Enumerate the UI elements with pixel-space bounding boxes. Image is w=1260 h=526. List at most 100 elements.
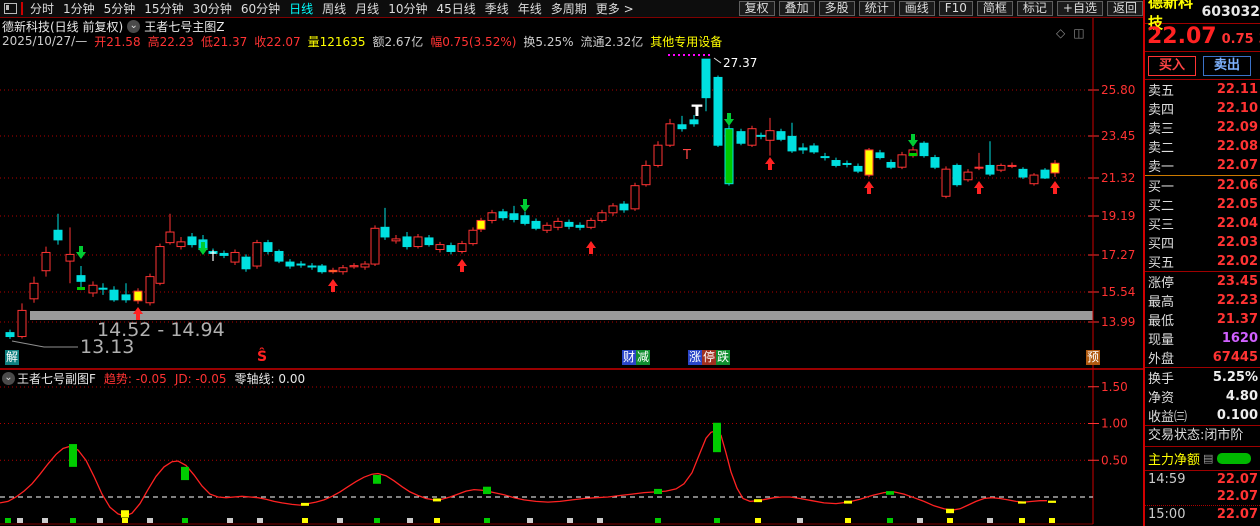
bid-row[interactable]: 买五 22.02 [1145,252,1260,271]
period-tab-10分钟[interactable]: 10分钟 [388,2,427,16]
toolbar-button-返回[interactable]: 返回 [1106,1,1143,16]
bid-row[interactable]: 买一 22.06 [1145,176,1260,195]
toolbar-button-叠加[interactable]: 叠加 [778,1,815,16]
strip-tick [714,518,720,523]
candle [88,284,98,294]
signal-bar [946,508,954,514]
candle [307,265,317,268]
period-tab-5分钟[interactable]: 5分钟 [104,2,136,16]
bid-row[interactable]: 买四 22.03 [1145,233,1260,252]
strip-tick [227,518,233,523]
strip-tick [337,518,343,523]
toolbar-button-多股[interactable]: 多股 [818,1,855,16]
toolbar-button-画线[interactable]: 画线 [898,1,935,16]
sell-signal-arrow [76,246,86,259]
candle [252,242,262,267]
split-panel-icon[interactable]: ◫ [1073,26,1092,40]
ask-row-value: 22.08 [1216,139,1258,154]
toolbar-button-复权[interactable]: 复权 [738,1,775,16]
candle [756,134,766,137]
event-badge-跌[interactable]: 跌 [716,350,731,365]
sub-indicator-name[interactable]: 王者七号副图F [17,370,96,387]
period-tab-分时[interactable]: 分时 [30,2,54,16]
main-chart-header: 德新科技(日线 前复权) ⌄ 王者七号主图Z [2,19,224,34]
period-tab-日线[interactable]: 日线 [289,2,313,16]
bid-row[interactable]: 买二 22.05 [1145,195,1260,214]
stat-row-value: 67445 [1212,350,1258,365]
ask-row[interactable]: 卖二 22.08 [1145,137,1260,156]
trend-value: 趋势: -0.05 [103,372,167,386]
period-tab-1分钟[interactable]: 1分钟 [63,2,95,16]
strip-tick [527,518,533,523]
ask-row[interactable]: 卖三 22.09 [1145,118,1260,137]
candle [653,144,663,166]
signal-bar [754,499,762,503]
stat-row-value: 21.37 [1216,312,1258,327]
candle [619,203,629,211]
event-badge-停[interactable]: 停 [702,350,717,365]
bid-row[interactable]: 买三 22.04 [1145,214,1260,233]
sell-button[interactable]: 卖出 [1203,55,1251,76]
event-badge-Ŝ[interactable]: Ŝ [256,350,268,365]
candle [338,267,348,273]
sub-chart-header: ⌄ 王者七号副图F 趋势: -0.05 JD: -0.05 零轴线: 0.00 [2,371,313,386]
red-T-mark: T [682,148,691,163]
event-badge-财[interactable]: 财 [622,350,637,365]
diamond-icon[interactable]: ◇ [1056,26,1073,40]
buy-signal-arrow [1050,181,1060,194]
candle [285,261,295,267]
period-tab-45日线[interactable]: 45日线 [436,2,475,16]
event-badge-涨[interactable]: 涨 [688,350,703,365]
period-tab-60分钟[interactable]: 60分钟 [241,2,280,16]
strip-tick [484,518,490,523]
candle [5,332,15,338]
buy-signal-arrow [765,157,775,170]
event-badge-预[interactable]: 预 [1086,350,1101,365]
tick-time: 15:00 [1148,507,1186,522]
tick-row: 15:00 22.07 [1145,506,1260,523]
toolbar-button-F10[interactable]: F10 [938,1,973,16]
stat-row-label: 净资 [1148,391,1175,406]
bid-row-label: 买四 [1148,237,1175,252]
candle [996,164,1006,171]
price-axis-label: 21.32 [1101,171,1135,185]
ask-row[interactable]: 卖五 22.11 [1145,80,1260,99]
price-row: 22.07 0.75 3.5 [1145,24,1260,51]
ask-row[interactable]: 卖一 22.07 [1145,156,1260,175]
info-segment: 量121635 [307,34,366,49]
period-tab-15分钟[interactable]: 15分钟 [144,2,183,16]
candle [765,130,775,141]
period-tab-年线[interactable]: 年线 [518,2,542,16]
chevron-down-icon[interactable]: ⌄ [2,372,15,385]
price-axis-label: 15.54 [1101,285,1135,299]
strip-tick [434,518,440,523]
ask-row[interactable]: 卖四 22.10 [1145,99,1260,118]
stock-name-row: 德新科技 603032 [1145,0,1260,32]
period-tab-周线[interactable]: 周线 [322,2,346,16]
main-flow-row[interactable]: 主力净额 ▤ [1145,447,1260,470]
toolbar-button-统计[interactable]: 统计 [858,1,895,16]
toolbar-button-简框[interactable]: 简框 [976,1,1013,16]
info-segment: 幅0.75(3.52%) [430,34,517,49]
event-badge-解[interactable]: 解 [5,350,20,365]
main-chart-canvas[interactable]: 25.8023.4521.3219.1917.2715.5413.9914.52… [0,0,1260,526]
candle [29,282,39,300]
period-tab-更多 >[interactable]: 更多 > [596,2,634,16]
period-tab-多周期[interactable]: 多周期 [551,2,587,16]
candle [328,269,338,273]
buy-button[interactable]: 买入 [1148,55,1196,76]
window-icon[interactable] [4,3,17,14]
period-tab-月线[interactable]: 月线 [355,2,379,16]
candle [1050,162,1060,174]
info-segment: 额2.67亿 [372,34,424,49]
period-tab-季线[interactable]: 季线 [485,2,509,16]
tick-row: 22.07 [1145,488,1260,505]
toolbar-button-+自选[interactable]: +自选 [1056,1,1103,16]
signal-bar [69,444,77,467]
event-badge-减[interactable]: 减 [636,350,651,365]
toolbar-button-标记[interactable]: 标记 [1016,1,1053,16]
period-tab-30分钟[interactable]: 30分钟 [193,2,232,16]
candle [17,309,27,338]
chevron-down-icon[interactable]: ⌄ [127,19,141,33]
candle [402,236,412,248]
